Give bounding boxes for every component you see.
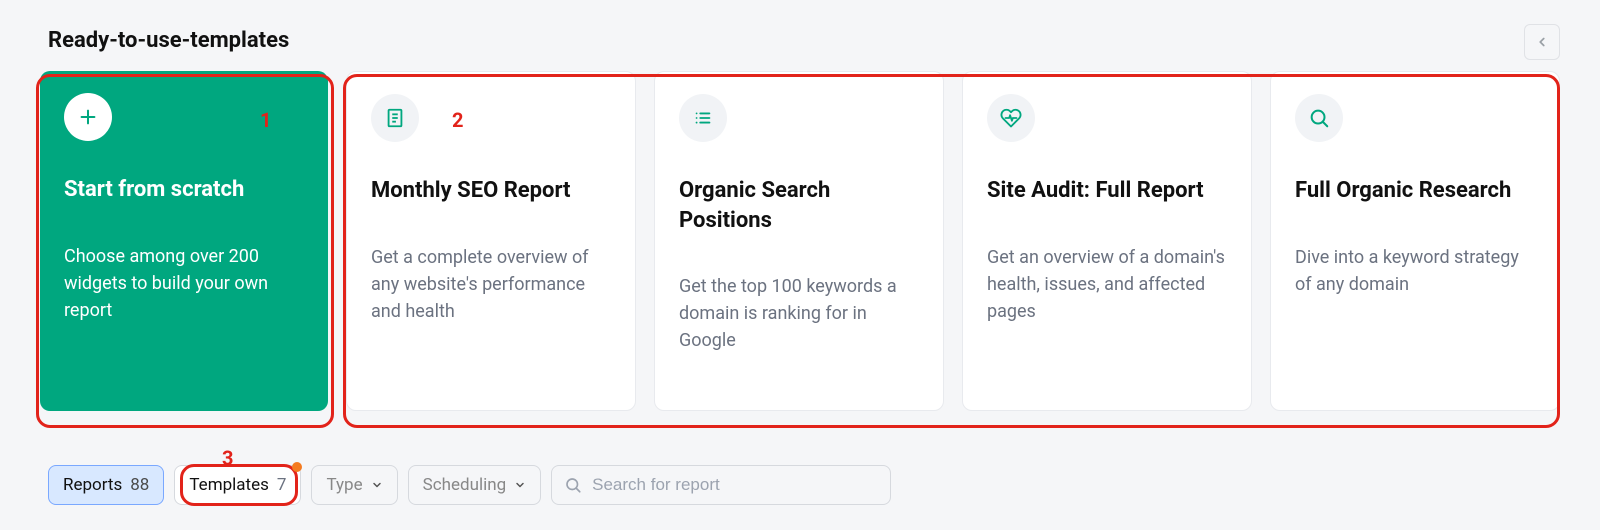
search-icon-circle bbox=[1295, 94, 1343, 142]
card-desc: Get an overview of a domain's health, is… bbox=[987, 244, 1227, 325]
template-card-monthly-seo[interactable]: Monthly SEO Report Get a complete overvi… bbox=[346, 71, 636, 411]
section-title: Ready-to-use-templates bbox=[0, 0, 1600, 53]
card-desc: Get the top 100 keywords a domain is ran… bbox=[679, 273, 919, 354]
filter-row: Reports 88 Templates 7 Type Scheduling bbox=[48, 465, 891, 505]
card-desc: Dive into a keyword strategy of any doma… bbox=[1295, 244, 1535, 298]
templates-row: Start from scratch Choose among over 200… bbox=[0, 53, 1600, 411]
plus-icon-circle bbox=[64, 93, 112, 141]
template-card-start-from-scratch[interactable]: Start from scratch Choose among over 200… bbox=[40, 71, 328, 411]
card-desc: Get a complete overview of any website's… bbox=[371, 244, 611, 325]
type-dropdown-label: Type bbox=[326, 475, 362, 495]
chevron-down-icon bbox=[371, 479, 383, 491]
list-icon-circle bbox=[679, 94, 727, 142]
search-box[interactable] bbox=[551, 465, 891, 505]
document-icon-circle bbox=[371, 94, 419, 142]
collapse-back-button[interactable] bbox=[1524, 24, 1560, 60]
tab-reports[interactable]: Reports 88 bbox=[48, 465, 164, 505]
magnifier-icon bbox=[1308, 107, 1330, 129]
tab-reports-label: Reports bbox=[63, 475, 122, 495]
card-title: Monthly SEO Report bbox=[371, 176, 611, 206]
tab-templates-label: Templates bbox=[189, 475, 269, 495]
tab-templates[interactable]: Templates 7 bbox=[174, 465, 301, 505]
tab-reports-count: 88 bbox=[130, 475, 149, 495]
search-input[interactable] bbox=[592, 475, 878, 495]
type-dropdown[interactable]: Type bbox=[311, 465, 397, 505]
chevron-left-icon bbox=[1535, 35, 1549, 49]
scheduling-dropdown-label: Scheduling bbox=[423, 475, 507, 495]
document-icon bbox=[384, 107, 406, 129]
chevron-down-icon bbox=[514, 479, 526, 491]
heart-pulse-icon bbox=[1000, 107, 1022, 129]
plus-icon bbox=[77, 106, 99, 128]
tab-templates-count: 7 bbox=[277, 475, 287, 495]
search-icon bbox=[564, 476, 582, 494]
heart-pulse-icon-circle bbox=[987, 94, 1035, 142]
template-card-site-audit[interactable]: Site Audit: Full Report Get an overview … bbox=[962, 71, 1252, 411]
card-title: Organic Search Positions bbox=[679, 176, 919, 235]
list-icon bbox=[692, 107, 714, 129]
card-desc: Choose among over 200 widgets to build y… bbox=[64, 243, 304, 324]
template-card-organic-positions[interactable]: Organic Search Positions Get the top 100… bbox=[654, 71, 944, 411]
card-title: Site Audit: Full Report bbox=[987, 176, 1227, 206]
card-title: Start from scratch bbox=[64, 175, 304, 205]
card-title: Full Organic Research bbox=[1295, 176, 1535, 206]
template-card-organic-research[interactable]: Full Organic Research Dive into a keywor… bbox=[1270, 71, 1560, 411]
scheduling-dropdown[interactable]: Scheduling bbox=[408, 465, 542, 505]
